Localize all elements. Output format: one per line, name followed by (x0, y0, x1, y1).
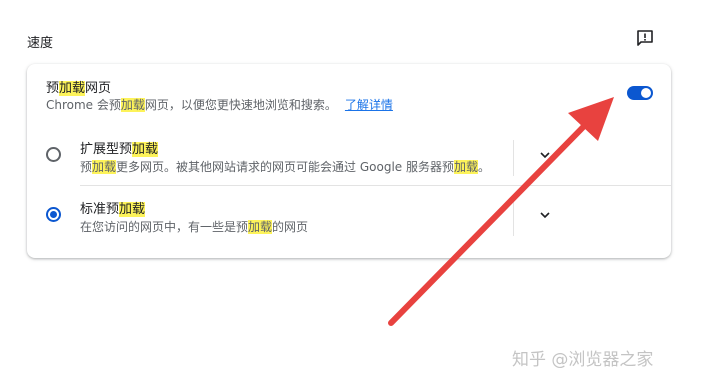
annotation-arrow (388, 97, 614, 326)
watermark: 知乎 @浏览器之家 (512, 350, 654, 370)
